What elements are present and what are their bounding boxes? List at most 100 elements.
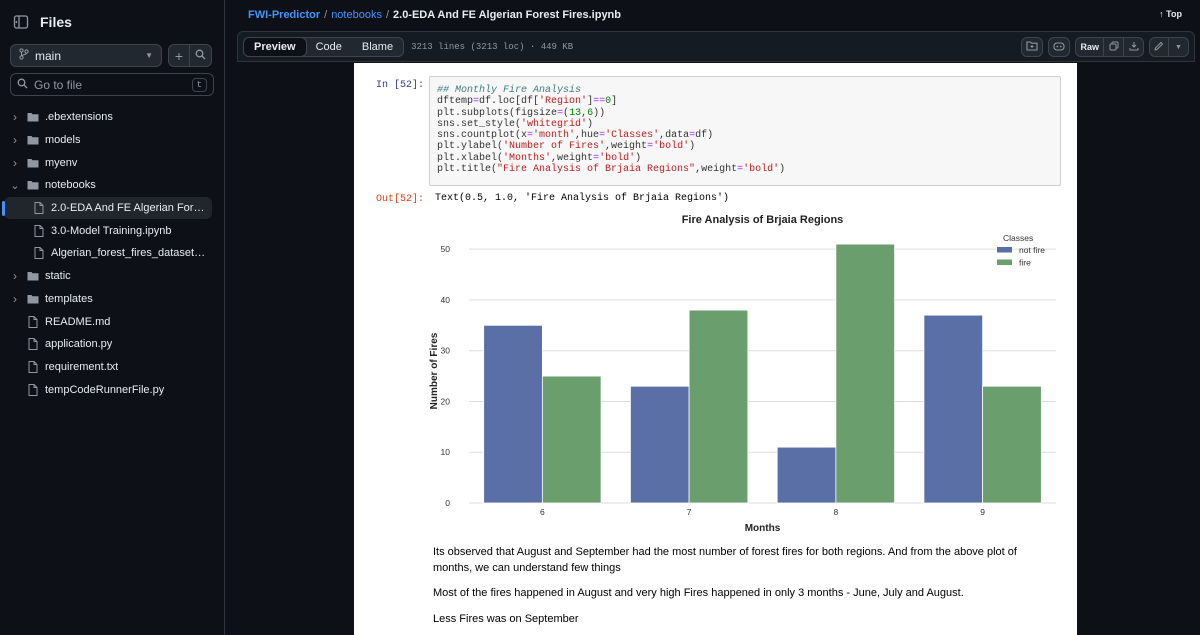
caret-down-icon: ▼ [1175,43,1182,51]
y-tick-label: 20 [441,396,451,406]
file-icon [26,315,40,328]
add-file-button[interactable]: + [168,44,190,67]
tree-item-label: requirement.txt [45,360,119,373]
raw-button[interactable]: Raw [1075,37,1104,57]
breadcrumb-repo-link[interactable]: FWI-Predictor [248,9,320,21]
branch-selector[interactable]: main ▼ [10,44,162,67]
caret-down-icon: ▼ [145,51,153,60]
y-tick-label: 50 [441,244,451,254]
more-edit-options-button[interactable]: ▼ [1169,37,1189,57]
y-tick-label: 30 [441,346,451,356]
sidebar-header: Files [0,0,224,44]
folder-icon [26,157,40,169]
y-tick-label: 0 [445,498,450,508]
edit-file-button[interactable] [1149,37,1169,57]
tree-file[interactable]: application.py [0,333,224,356]
chart-title: Fire Analysis of Brjaia Regions [682,214,844,226]
breadcrumb: FWI-Predictor / notebooks / 2.0-EDA And … [237,0,1200,30]
y-axis-label: Number of Fires [429,332,440,409]
file-tree-sidebar: Files main ▼ + Go to file t › .ebextensio… [0,0,225,635]
x-tick-label: 7 [687,507,692,517]
file-view: FWI-Predictor / notebooks / 2.0-EDA And … [237,0,1200,635]
folder-icon [26,270,40,282]
folder-icon [26,293,40,305]
chevron-down-icon: ⌄ [10,179,20,192]
tree-item-label: myenv [45,156,78,169]
copy-icon [1109,41,1119,53]
legend-label: fire [1019,258,1031,268]
file-icon [26,360,40,373]
sidebar-title: Files [40,14,72,30]
tree-item-label: Algerian_forest_fires_dataset_UPDATE.csv [51,247,209,260]
x-tick-label: 9 [980,507,985,517]
tree-item-label: 2.0-EDA And FE Algerian Forest Fires.ipy… [51,202,209,215]
file-icon [32,202,46,215]
bar-not-fire [923,314,984,504]
legend-swatch [997,247,1012,253]
back-to-top-link[interactable]: ↑ Top [1159,9,1182,19]
x-tick-label: 6 [540,507,545,517]
markdown-paragraph: Less Fires was on September [433,613,579,625]
chevron-right-icon: › [13,155,17,170]
tree-file[interactable]: 2.0-EDA And FE Algerian Forest Fires.ipy… [2,196,212,220]
chevron-right-icon: › [13,291,17,306]
markdown-paragraph: Its observed that August and September h… [433,546,1017,574]
download-button[interactable] [1124,37,1144,57]
tree-item-label: .ebextensions [45,111,113,124]
breadcrumb-folder-link[interactable]: notebooks [331,9,382,21]
copy-raw-button[interactable] [1104,37,1124,57]
go-to-file-placeholder: Go to file [34,77,83,92]
input-prompt: In [52]: [375,80,424,91]
arrow-up-icon: ↑ [1159,9,1164,19]
tree-item-label: models [45,134,81,147]
breadcrumb-current-file: 2.0-EDA And FE Algerian Forest Fires.ipy… [393,9,621,21]
copilot-button[interactable] [1048,37,1071,57]
bar-fire [835,243,895,504]
chevron-right-icon: › [13,269,17,284]
notebook-preview: In [52]: ## Monthly Fire Analysis dftemp… [354,63,1077,635]
y-tick-label: 10 [441,447,451,457]
tree-folder[interactable]: › templates [0,288,224,311]
file-icon [32,224,46,237]
tree-file[interactable]: requirement.txt [0,356,224,379]
tree-folder[interactable]: › .ebextensions [0,106,224,129]
code-cell: ## Monthly Fire Analysis dftemp=df.loc[d… [429,76,1061,186]
tree-folder[interactable]: › static [0,265,224,288]
tree-item-label: application.py [45,338,113,351]
collapse-sidebar-icon[interactable] [12,13,30,31]
copilot-icon [1053,41,1066,53]
tree-file[interactable]: tempCodeRunnerFile.py [0,378,224,401]
search-icon [195,47,206,65]
breadcrumb-separator: / [385,9,390,21]
bar-fire [982,385,1042,504]
branch-name: main [35,48,62,63]
tree-folder[interactable]: › myenv [0,151,224,174]
go-to-file-input[interactable]: Go to file t [10,73,214,96]
tab-code[interactable]: Code [306,38,352,56]
file-icon [26,338,40,351]
tree-file[interactable]: 3.0-Model Training.ipynb [0,219,224,242]
legend-title: Classes [1003,233,1033,243]
legend-swatch [997,259,1012,265]
chevron-right-icon: › [13,133,17,148]
open-codespace-button[interactable] [1021,37,1044,57]
tab-blame[interactable]: Blame [352,38,403,56]
output-prompt: Out[52]: [375,194,424,205]
tree-folder[interactable]: › models [0,129,224,152]
tree-file[interactable]: Algerian_forest_fires_dataset_UPDATE.csv [0,242,224,265]
tree-folder[interactable]: ⌄ notebooks [0,174,224,197]
tree-item-label: README.md [45,315,111,328]
shortcut-key: t [191,77,207,92]
folder-open-icon [1026,41,1039,53]
bar-chart: 0 10 20 30 40 50 6 7 8 9 Fire Analysis of Brjaia R… [429,214,1056,534]
tree-item-label: tempCodeRunnerFile.py [45,383,165,396]
bar-not-fire [483,324,543,504]
search-code-button[interactable] [190,44,212,67]
bar-not-fire [630,385,690,504]
search-icon [17,78,28,92]
tree-item-label: 3.0-Model Training.ipynb [51,224,172,237]
tab-preview[interactable]: Preview [243,36,307,57]
file-meta: 3213 lines (3213 loc) · 449 KB [411,41,574,52]
tree-file[interactable]: README.md [0,310,224,333]
pencil-icon [1154,41,1164,53]
